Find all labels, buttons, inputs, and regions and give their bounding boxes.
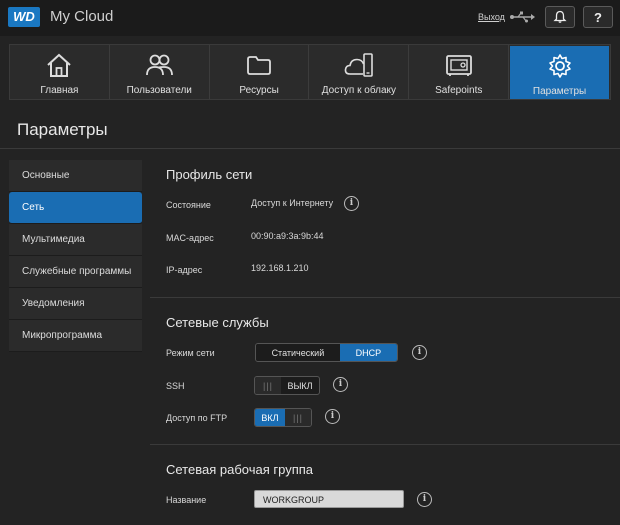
state-label: Состояние	[166, 200, 211, 210]
help-button[interactable]: ?	[583, 6, 613, 28]
safe-icon	[445, 55, 472, 76]
workgroup-name-input[interactable]: WORKGROUP	[254, 490, 404, 508]
mode-static-option[interactable]: Статический	[256, 344, 340, 361]
cloud-access-icon	[344, 53, 373, 77]
main-nav: Главная Пользователи Ресурсы Доступ к об…	[9, 44, 611, 100]
info-icon[interactable]: i	[333, 377, 348, 392]
state-value: Доступ к Интернету	[251, 198, 334, 208]
ssh-toggle-state: ВЫКЛ	[287, 380, 313, 391]
ssh-toggle[interactable]: ||| ВЫКЛ	[254, 376, 320, 395]
nav-shares-label: Ресурсы	[239, 85, 279, 96]
ftp-label: Доступ по FTP	[166, 413, 228, 423]
nav-users-label: Пользователи	[126, 85, 192, 96]
nav-cloud-access[interactable]: Доступ к облаку	[309, 45, 410, 99]
network-mode-selector: Статический DHCP	[255, 343, 398, 362]
section-divider	[150, 297, 620, 298]
page-title: Параметры	[17, 120, 108, 139]
mac-value: 00:90:a9:3a:9b:44	[251, 231, 324, 241]
nav-shares[interactable]: Ресурсы	[210, 45, 310, 99]
network-profile-title: Профиль сети	[166, 167, 253, 182]
side-item-utilities[interactable]: Служебные программы	[9, 256, 142, 288]
nav-users[interactable]: Пользователи	[110, 45, 210, 99]
users-icon	[146, 54, 174, 76]
ftp-toggle[interactable]: ВКЛ |||	[254, 408, 312, 427]
ssh-label: SSH	[166, 381, 185, 391]
mac-label: MAC-адрес	[166, 233, 214, 243]
network-services-title: Сетевые службы	[166, 315, 269, 330]
folder-icon	[247, 56, 271, 75]
nav-home[interactable]: Главная	[10, 45, 110, 99]
nav-settings-label: Параметры	[532, 86, 587, 97]
section-divider	[150, 444, 620, 445]
side-item-network[interactable]: Сеть	[9, 192, 142, 224]
settings-side-menu: Основные Сеть Мультимедиа Служебные прог…	[9, 160, 142, 352]
notifications-button[interactable]	[545, 6, 575, 28]
mode-dhcp-option[interactable]: DHCP	[339, 344, 397, 361]
ip-value: 192.168.1.210	[251, 263, 309, 273]
nav-cloud-access-label: Доступ к облаку	[321, 85, 396, 96]
side-item-media[interactable]: Мультимедиа	[9, 224, 142, 256]
ftp-toggle-state: ВКЛ	[255, 409, 285, 426]
info-icon[interactable]: i	[417, 492, 432, 507]
network-mode-label: Режим сети	[166, 348, 215, 358]
nav-safepoints-label: Safepoints	[435, 85, 483, 96]
toggle-grip: |||	[255, 377, 281, 394]
nav-settings[interactable]: Параметры	[510, 46, 609, 99]
info-icon[interactable]: i	[325, 409, 340, 424]
gear-icon	[548, 54, 571, 78]
info-icon[interactable]: i	[412, 345, 427, 360]
title-divider	[0, 148, 620, 149]
top-bar: WD My Cloud Выход ?	[0, 0, 620, 36]
side-item-general[interactable]: Основные	[9, 160, 142, 192]
info-icon[interactable]: i	[344, 196, 359, 211]
toggle-grip: |||	[285, 409, 311, 426]
side-item-notifications[interactable]: Уведомления	[9, 288, 142, 320]
nav-safepoints[interactable]: Safepoints	[409, 45, 510, 99]
logout-link[interactable]: Выход	[478, 12, 505, 22]
side-item-firmware[interactable]: Микропрограмма	[9, 320, 142, 352]
ip-label: IP-адрес	[166, 265, 203, 275]
usb-icon[interactable]	[509, 10, 535, 24]
bell-icon	[553, 10, 567, 23]
wd-logo: WD	[8, 7, 40, 27]
workgroup-name-label: Название	[166, 495, 207, 505]
workgroup-title: Сетевая рабочая группа	[166, 462, 314, 477]
home-icon	[47, 53, 72, 77]
nav-home-label: Главная	[40, 85, 79, 96]
app-title: My Cloud	[50, 8, 114, 25]
